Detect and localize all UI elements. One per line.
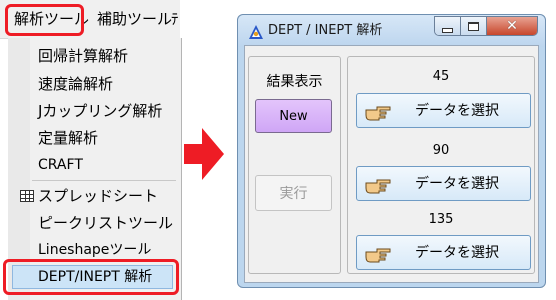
data-selection-panel: 45 データを選択 90 データを選択 135 データを選択	[347, 56, 535, 274]
caption-buttons: ✕	[434, 16, 538, 36]
spreadsheet-icon	[20, 190, 34, 202]
title-bar[interactable]: DEPT / INEPT 解析 ✕	[238, 15, 545, 47]
menu-item-craft[interactable]: CRAFT	[38, 155, 83, 175]
close-icon: ✕	[506, 18, 518, 34]
result-panel: 結果表示 New 実行	[248, 56, 341, 274]
select-data-label: データを選択	[415, 103, 499, 119]
menu-next-cut-off[interactable]: ﾃ	[171, 9, 179, 29]
window-client-area: 結果表示 New 実行 45 データを選択 90 データを選択 135 データを…	[244, 45, 539, 283]
menu-auxiliary-tools[interactable]: 補助ツール	[97, 9, 172, 29]
select-data-label: データを選択	[415, 245, 499, 261]
maximize-icon	[468, 21, 479, 31]
window-title: DEPT / INEPT 解析	[268, 23, 383, 38]
select-data-button-135[interactable]: データを選択	[356, 235, 531, 270]
pointing-hand-icon	[365, 106, 391, 121]
menu-item-peak-list[interactable]: ピークリストツール	[38, 213, 173, 233]
minimize-button[interactable]	[435, 17, 461, 35]
menu-separator	[32, 180, 176, 181]
angle-label-90: 90	[432, 143, 450, 158]
pointing-hand-icon	[365, 179, 391, 194]
menu-item-spreadsheet[interactable]: スプレッドシート	[38, 186, 158, 206]
highlight-frame-menu	[5, 4, 84, 36]
maximize-button[interactable]	[461, 17, 487, 35]
menu-item-j-coupling[interactable]: Jカップリング解析	[38, 101, 162, 121]
minimize-icon	[442, 28, 453, 33]
dept-inept-window: DEPT / INEPT 解析 ✕ 結果表示 New 実行 45 データを選択 …	[237, 14, 546, 288]
new-button[interactable]: New	[255, 99, 332, 133]
close-button[interactable]: ✕	[487, 17, 537, 35]
menu-item-regression[interactable]: 回帰計算解析	[38, 46, 128, 66]
app-logo-icon	[249, 25, 263, 39]
menu-item-quantitative[interactable]: 定量解析	[38, 128, 98, 148]
menu-item-lineshape[interactable]: Lineshapeツール	[38, 240, 151, 260]
run-button[interactable]: 実行	[255, 175, 332, 211]
select-data-button-45[interactable]: データを選択	[356, 93, 531, 128]
menu-item-kinetics[interactable]: 速度論解析	[38, 74, 113, 94]
highlight-frame-dept-inept	[3, 259, 179, 295]
right-arrow-icon	[184, 128, 224, 180]
result-label: 結果表示	[266, 74, 323, 90]
select-data-label: データを選択	[415, 176, 499, 192]
pointing-hand-icon	[365, 248, 391, 263]
select-data-button-90[interactable]: データを選択	[356, 166, 531, 201]
angle-label-45: 45	[432, 69, 450, 84]
angle-label-135: 135	[428, 212, 454, 227]
